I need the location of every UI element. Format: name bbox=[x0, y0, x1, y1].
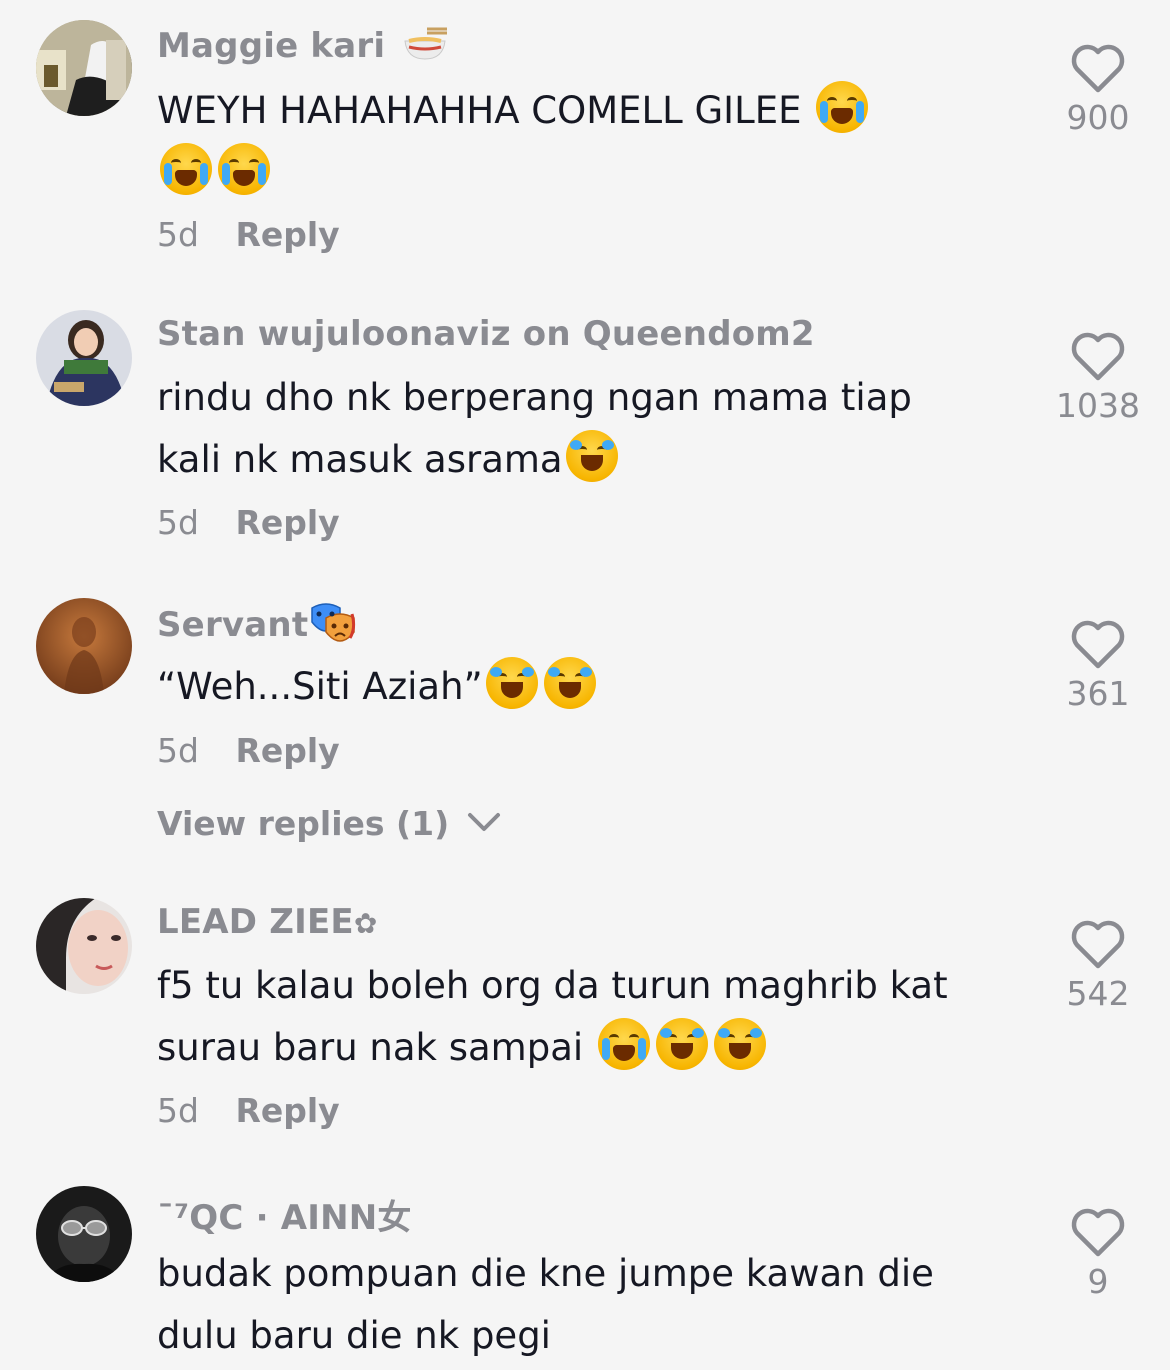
comment-time: 5d bbox=[157, 731, 199, 770]
comment-username[interactable]: Maggie kari bbox=[157, 26, 448, 66]
laughing-tears-emoji-icon bbox=[543, 657, 596, 709]
like-count: 900 bbox=[1066, 98, 1130, 137]
comment-text-line: rindu dho nk berperang ngan mama tiap bbox=[157, 376, 912, 419]
comment-username[interactable]: Stan wujuloonaviz on Queendom2 bbox=[157, 314, 815, 354]
like-button[interactable]: 900 bbox=[1040, 44, 1156, 137]
crying-face-emoji-icon bbox=[597, 1018, 650, 1070]
laughing-tears-emoji-icon bbox=[565, 430, 618, 482]
avatar[interactable] bbox=[36, 598, 132, 694]
comment-username[interactable]: LEAD ZIEE✿ bbox=[157, 902, 378, 942]
laughing-tears-emoji-icon bbox=[713, 1018, 766, 1070]
comment-text: WEYH HAHAHAHHA COMELL GILEE bbox=[157, 80, 987, 204]
avatar[interactable] bbox=[36, 20, 132, 116]
like-button[interactable]: 1038 bbox=[1040, 332, 1156, 425]
heart-outline-icon bbox=[1071, 620, 1125, 669]
avatar[interactable] bbox=[36, 310, 132, 406]
reply-button[interactable]: Reply bbox=[235, 1091, 339, 1130]
like-count: 542 bbox=[1066, 974, 1130, 1013]
laughing-tears-emoji-icon bbox=[485, 657, 538, 709]
comment-time: 5d bbox=[157, 215, 199, 254]
comment-text-line: dulu baru die nk pegi bbox=[157, 1314, 551, 1357]
comment-meta: 5d Reply bbox=[157, 731, 340, 770]
chevron-down-icon bbox=[467, 813, 500, 831]
comment-text: rindu dho nk berperang ngan mama tiap ka… bbox=[157, 367, 987, 491]
reply-button[interactable]: Reply bbox=[235, 215, 339, 254]
heart-outline-icon bbox=[1071, 44, 1125, 93]
avatar[interactable] bbox=[36, 898, 132, 994]
like-button[interactable]: 361 bbox=[1040, 620, 1156, 713]
performing-arts-masks-icon bbox=[311, 603, 356, 642]
comment-meta: 5d Reply bbox=[157, 503, 340, 542]
flower-symbol: ✿ bbox=[353, 907, 378, 940]
comment-username[interactable]: Servant bbox=[157, 602, 358, 646]
comment-time: 5d bbox=[157, 503, 199, 542]
username-text: LEAD ZIEE bbox=[157, 902, 354, 942]
like-count: 1038 bbox=[1056, 386, 1140, 425]
crying-face-emoji-icon bbox=[160, 143, 212, 195]
comment-text-line: kali nk masuk asrama bbox=[157, 438, 563, 481]
heart-outline-icon bbox=[1071, 332, 1125, 381]
noodle-bowl-icon bbox=[404, 27, 448, 60]
comment-meta: 5d Reply bbox=[157, 215, 340, 254]
avatar[interactable] bbox=[36, 1186, 132, 1282]
like-button[interactable]: 9 bbox=[1040, 1208, 1156, 1301]
comment-time: 5d bbox=[157, 1091, 199, 1130]
comment-text-line: budak pompuan die kne jumpe kawan die bbox=[157, 1252, 934, 1295]
comment-username[interactable]: ¯⁷QC · AINN女 bbox=[157, 1190, 412, 1239]
comment-text-line: “Weh...Siti Aziah” bbox=[157, 665, 483, 708]
like-count: 9 bbox=[1087, 1262, 1109, 1301]
crying-face-emoji-icon bbox=[218, 143, 270, 195]
comment-text: “Weh...Siti Aziah” bbox=[157, 656, 987, 718]
crying-face-emoji-icon bbox=[816, 81, 869, 133]
reply-button[interactable]: Reply bbox=[235, 503, 339, 542]
view-replies-label: View replies (1) bbox=[157, 804, 450, 843]
comment-text-line: WEYH HAHAHAHHA COMELL GILEE bbox=[157, 89, 802, 132]
view-replies-button[interactable]: View replies (1) bbox=[157, 804, 501, 843]
comment-text-line: f5 tu kalau boleh org da turun maghrib k… bbox=[157, 964, 948, 1007]
reply-button[interactable]: Reply bbox=[235, 731, 339, 770]
username-text: Maggie kari bbox=[157, 26, 386, 66]
laughing-tears-emoji-icon bbox=[655, 1018, 708, 1070]
like-button[interactable]: 542 bbox=[1040, 920, 1156, 1013]
heart-outline-icon bbox=[1071, 920, 1125, 969]
comment-meta: 5d Reply bbox=[157, 1091, 340, 1130]
comment-text: budak pompuan die kne jumpe kawan die du… bbox=[157, 1243, 987, 1367]
heart-outline-icon bbox=[1071, 1208, 1125, 1257]
like-count: 361 bbox=[1066, 674, 1130, 713]
username-text: Servant bbox=[157, 605, 309, 645]
comment-text-line: surau baru nak sampai bbox=[157, 1026, 584, 1069]
comment-text: f5 tu kalau boleh org da turun maghrib k… bbox=[157, 955, 987, 1079]
